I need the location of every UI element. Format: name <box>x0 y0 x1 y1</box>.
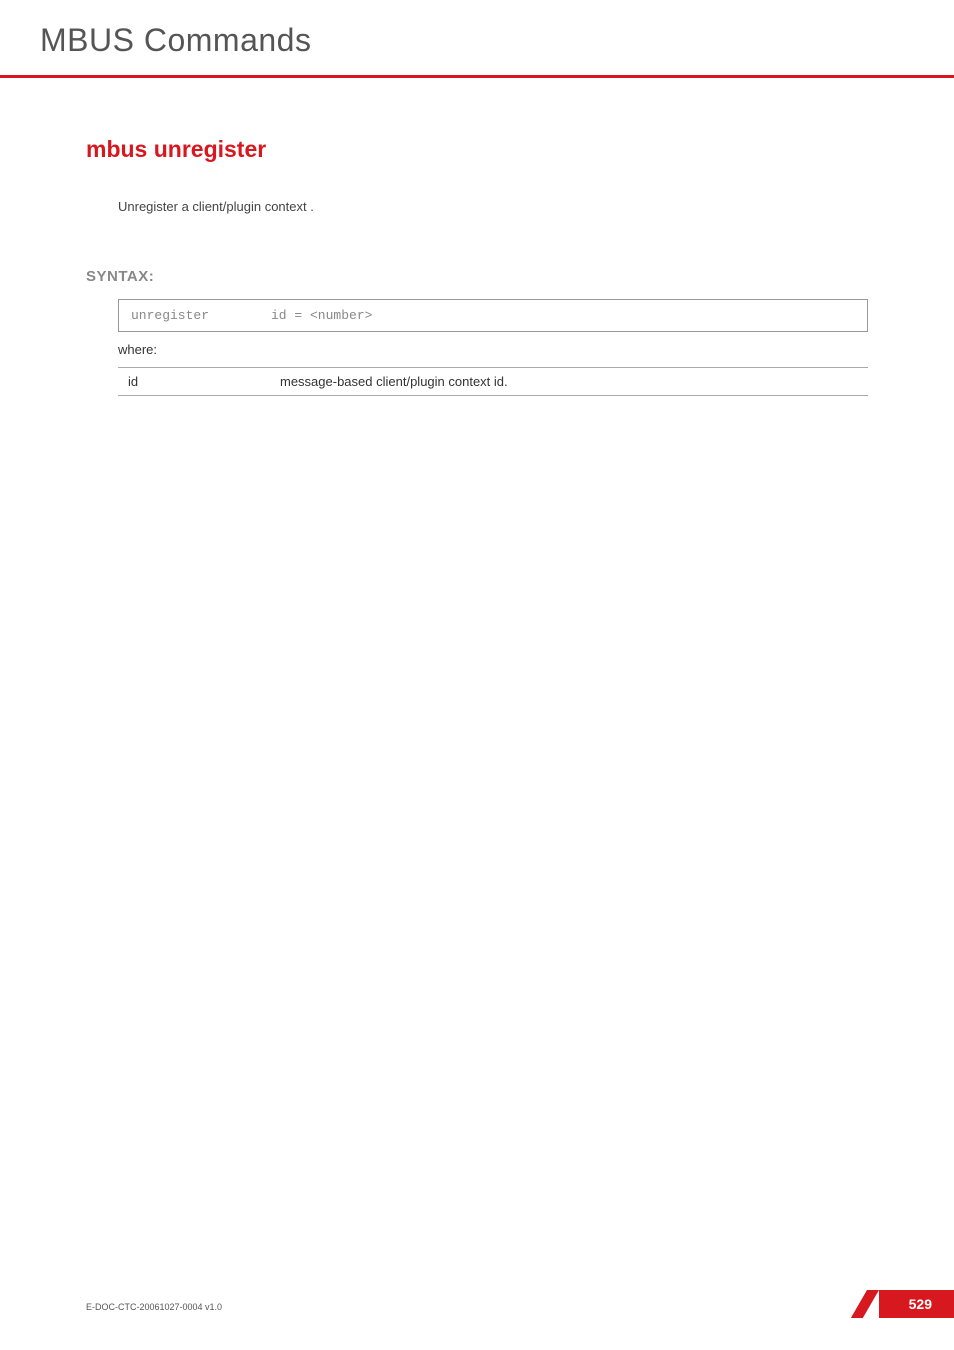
content-area: mbus unregister Unregister a client/plug… <box>0 78 954 396</box>
footer-doc-id: E-DOC-CTC-20061027-0004 v1.0 <box>86 1302 222 1312</box>
command-description: Unregister a client/plugin context . <box>118 199 868 214</box>
param-table: id message-based client/plugin context i… <box>118 367 868 396</box>
syntax-label: SYNTAX: <box>86 268 868 285</box>
page-number-badge: 529 <box>879 1290 954 1318</box>
where-label: where: <box>118 342 868 357</box>
param-desc: message-based client/plugin context id. <box>270 368 868 396</box>
page-footer: E-DOC-CTC-20061027-0004 v1.0 529 <box>0 1290 954 1318</box>
header-title: MBUS Commands <box>40 22 954 59</box>
syntax-box: unregisterid = <number> <box>118 299 868 332</box>
param-name: id <box>118 368 270 396</box>
syntax-command: unregister <box>131 308 271 323</box>
command-title: mbus unregister <box>86 136 868 163</box>
table-row: id message-based client/plugin context i… <box>118 368 868 396</box>
page-header: MBUS Commands <box>0 0 954 69</box>
syntax-args: id = <number> <box>271 308 372 323</box>
